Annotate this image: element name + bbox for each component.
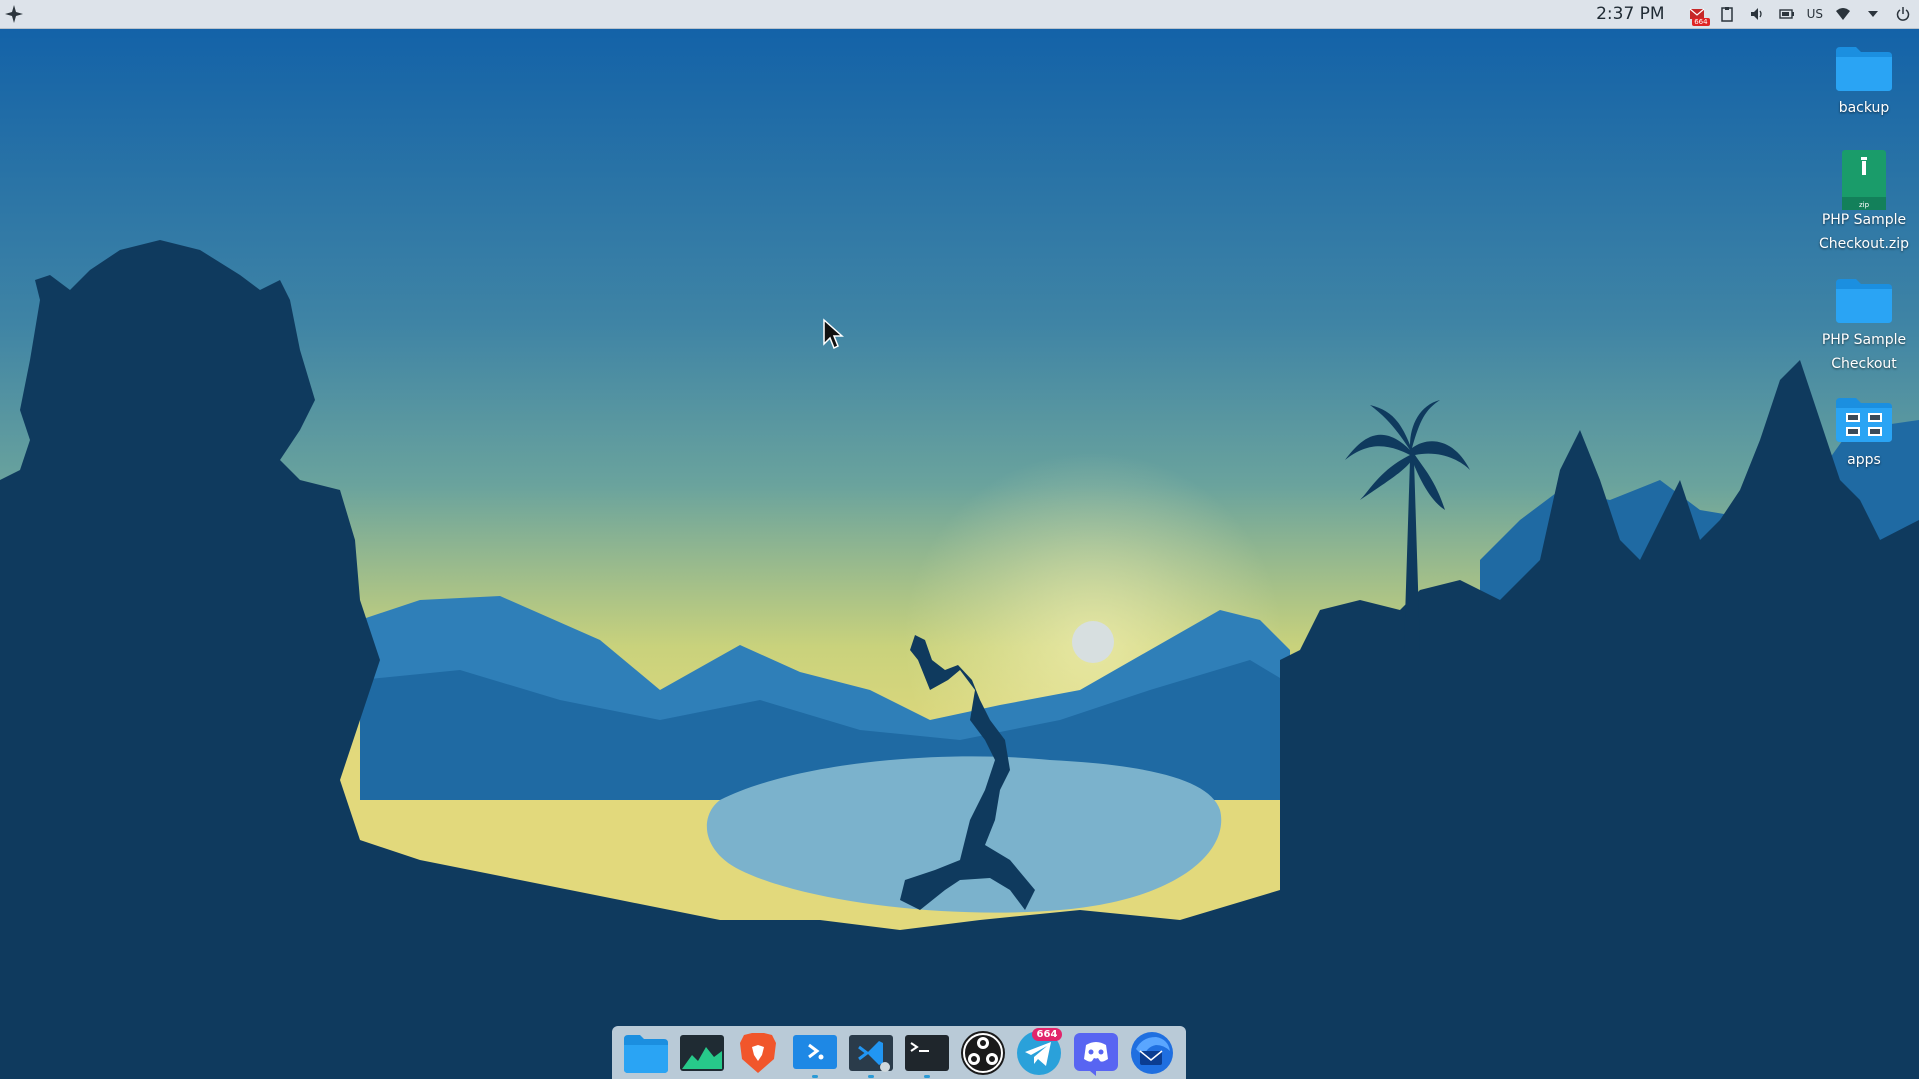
- obs-icon: [961, 1030, 1006, 1075]
- zip-archive-icon: zip: [1842, 150, 1886, 210]
- clock[interactable]: 2:37 PM: [1596, 4, 1665, 24]
- clipboard-tray-button[interactable]: [1717, 4, 1737, 24]
- dock-item-obs[interactable]: [958, 1028, 1008, 1078]
- terminal-icon: [905, 1034, 950, 1071]
- desktop-icon-apps[interactable]: apps: [1809, 392, 1919, 472]
- dock-item-terminal[interactable]: [902, 1028, 952, 1078]
- mail-tray-button[interactable]: 664: [1687, 4, 1710, 26]
- running-indicator: [924, 1074, 931, 1078]
- power-icon: [1896, 7, 1910, 21]
- panel-tray: 2:37 PM 664 US: [1596, 0, 1913, 28]
- clipboard-icon: [1720, 7, 1733, 22]
- desktop-icon-label: PHP Sample Checkout.zip: [1818, 212, 1910, 252]
- app-menu-button[interactable]: [0, 0, 28, 28]
- dropdown-icon: [1868, 11, 1878, 17]
- remote-desktop-icon: [792, 1034, 837, 1069]
- dock-item-telegram[interactable]: 664: [1014, 1027, 1064, 1078]
- wifi-icon: [1836, 8, 1850, 20]
- battery-tray-button[interactable]: [1777, 4, 1797, 24]
- desktop-icon-php-sample-checkout-zip[interactable]: zip PHP Sample Checkout.zip: [1809, 150, 1919, 256]
- discord-icon: [1073, 1032, 1118, 1076]
- desktop-icon-label: PHP Sample Checkout: [1821, 332, 1907, 372]
- dock-item-vscode[interactable]: [846, 1028, 896, 1078]
- apps-folder-icon: [1836, 398, 1892, 442]
- brave-icon: [740, 1032, 777, 1073]
- folder-icon: [624, 1034, 669, 1073]
- dock-item-brave[interactable]: [733, 1028, 783, 1078]
- volume-icon: [1750, 8, 1762, 20]
- desktop-wallpaper: [0, 0, 1919, 1079]
- running-indicator: [867, 1074, 874, 1078]
- top-panel: 2:37 PM 664 US: [0, 0, 1919, 29]
- system-monitor-icon: [680, 1034, 725, 1071]
- dock-item-system-monitor[interactable]: [677, 1028, 727, 1078]
- battery-icon: [1778, 9, 1794, 19]
- desktop-icon-label: backup: [1838, 100, 1890, 116]
- dock-item-discord[interactable]: [1071, 1028, 1121, 1078]
- mail-badge: 664: [1692, 18, 1710, 26]
- dock-item-thunderbird[interactable]: [1127, 1028, 1177, 1078]
- dock-item-remote-desktop[interactable]: [790, 1028, 840, 1078]
- wifi-tray-button[interactable]: [1833, 4, 1853, 24]
- telegram-unread-badge: 664: [1031, 1027, 1063, 1041]
- keyboard-layout[interactable]: US: [1807, 7, 1823, 21]
- folder-icon: [1836, 279, 1892, 323]
- mouse-cursor-icon: [823, 318, 844, 350]
- running-indicator: [811, 1074, 818, 1078]
- volume-tray-button[interactable]: [1747, 4, 1767, 24]
- power-button[interactable]: [1893, 4, 1913, 24]
- app-menu-icon: [5, 5, 23, 23]
- desktop-icon-label: apps: [1847, 452, 1881, 468]
- dock: 664: [612, 1026, 1186, 1079]
- folder-icon: [1836, 47, 1892, 91]
- system-menu-button[interactable]: [1863, 4, 1883, 24]
- vscode-icon: [848, 1034, 893, 1072]
- thunderbird-icon: [1130, 1031, 1173, 1074]
- desktop-icon-backup[interactable]: backup: [1809, 40, 1919, 120]
- dock-item-files[interactable]: [621, 1028, 671, 1078]
- desktop-icon-php-sample-checkout[interactable]: PHP Sample Checkout: [1809, 272, 1919, 376]
